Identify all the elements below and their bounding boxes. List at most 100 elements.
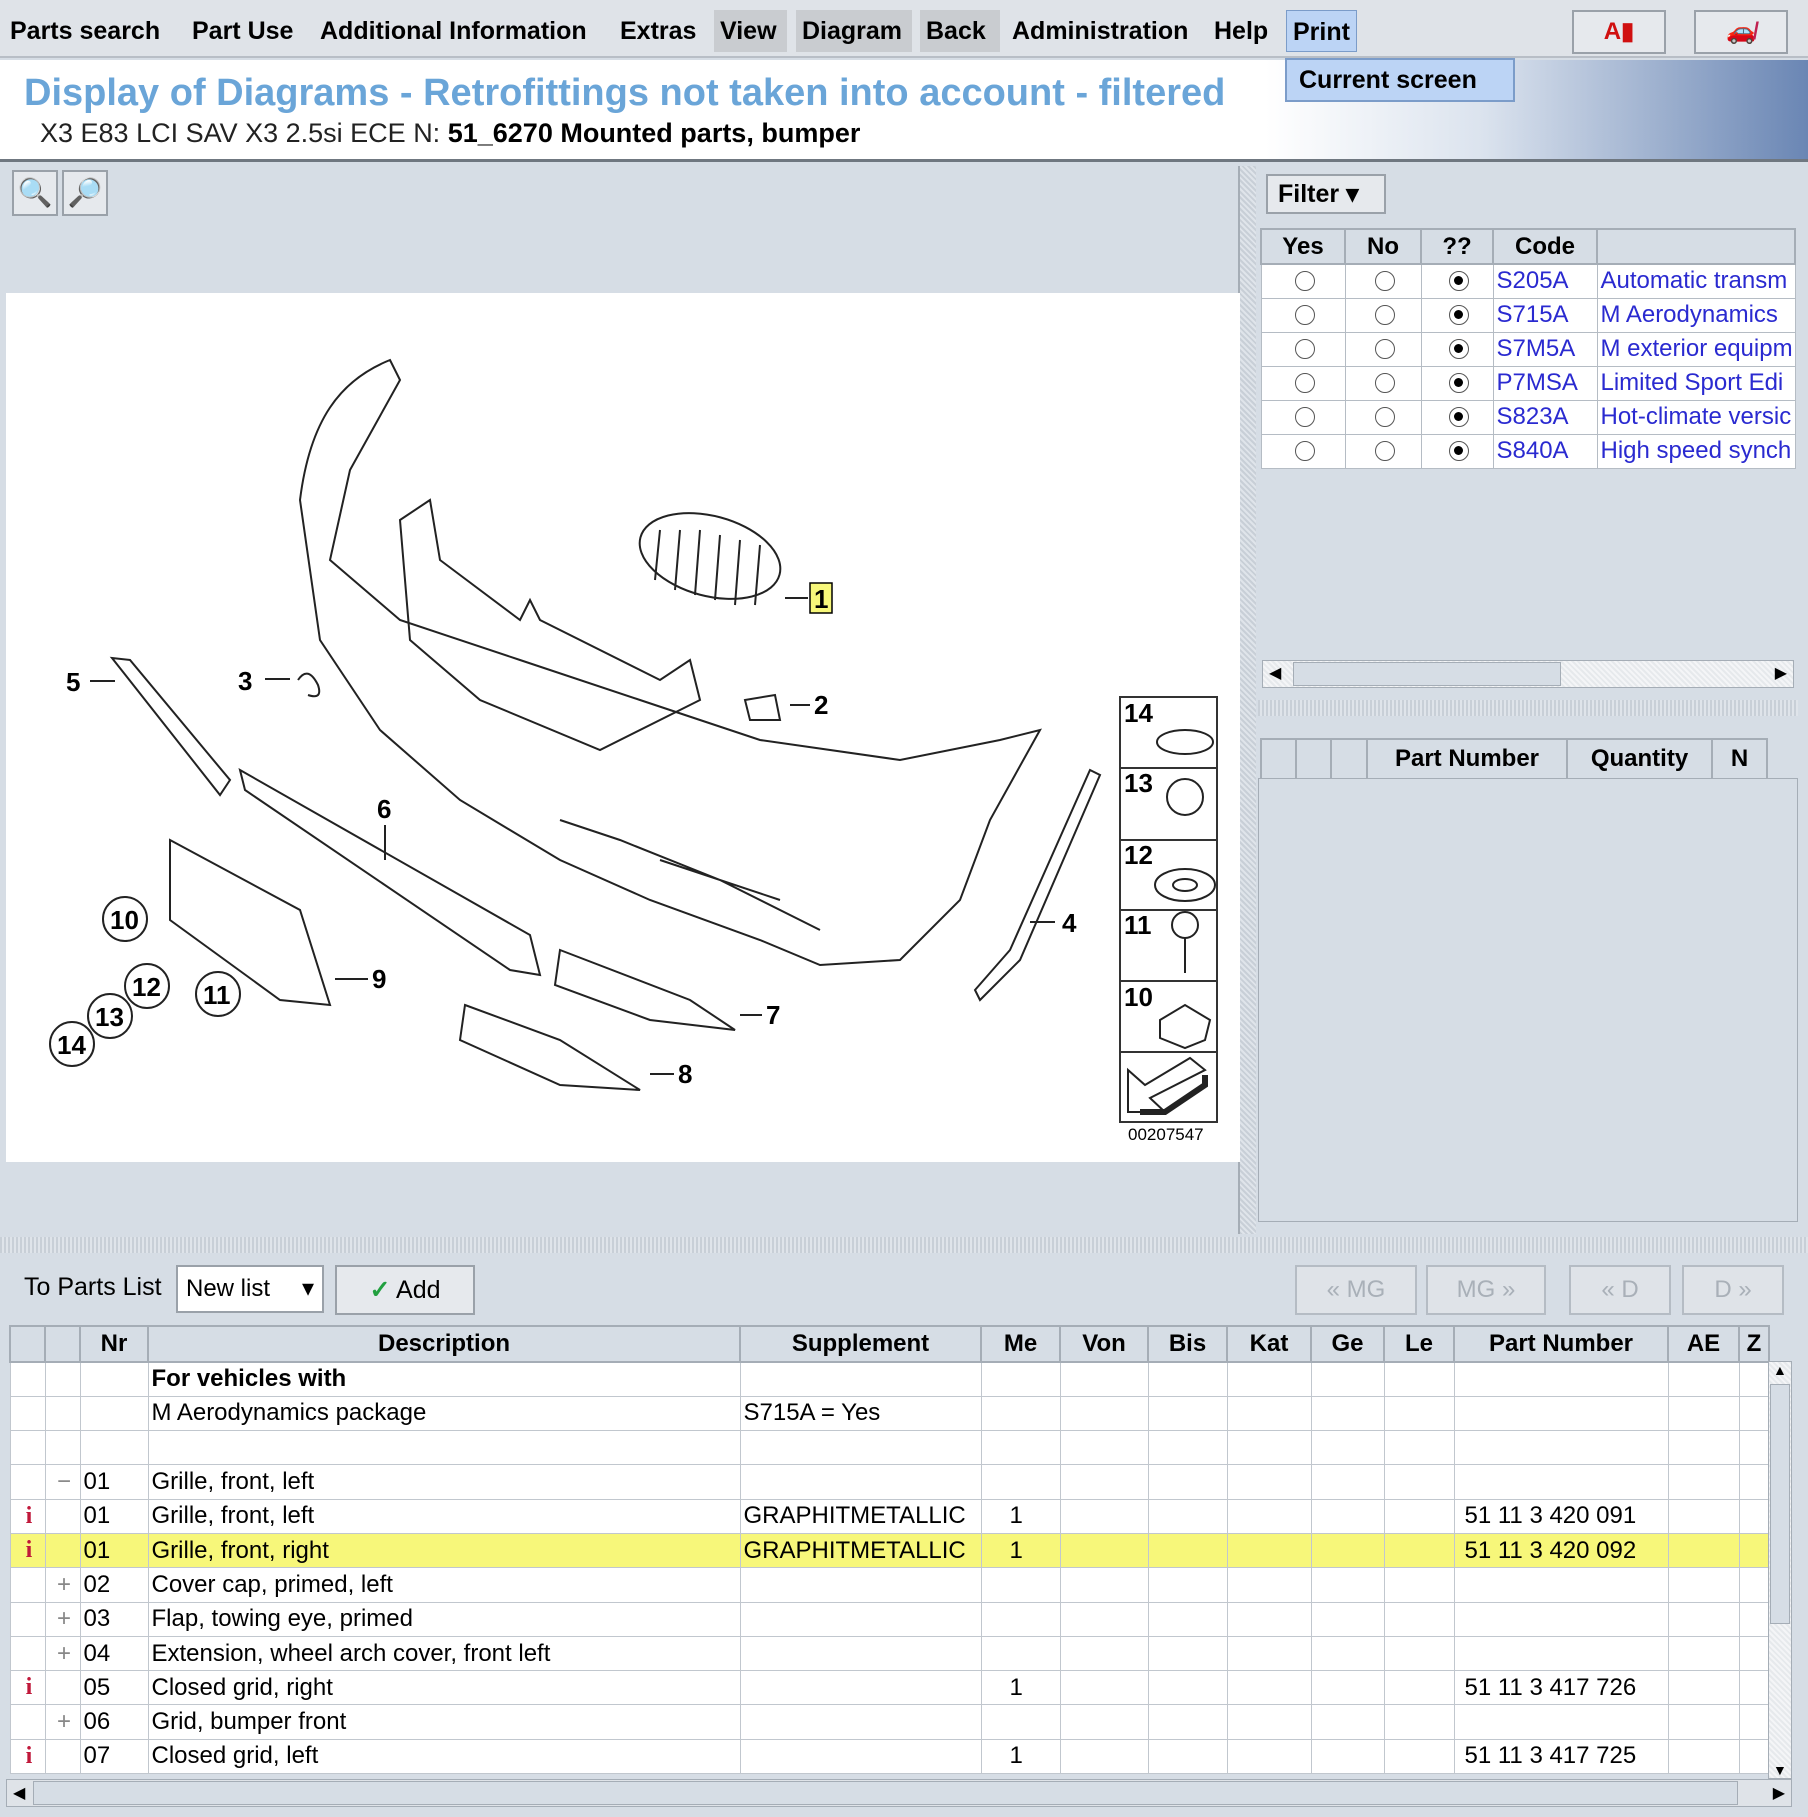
table-row[interactable]: i 07 Closed grid, left 1 51 11 3 417 725 — [9, 1738, 1770, 1775]
radio-unknown[interactable] — [1448, 271, 1469, 292]
table-row[interactable]: i 01 Grille, front, right GRAPHITMETALLIC 1 5… — [9, 1532, 1770, 1569]
filter-col-header[interactable] — [1596, 228, 1796, 265]
info-icon[interactable] — [9, 1430, 46, 1466]
next-mg-button[interactable]: MG » — [1426, 1265, 1546, 1315]
radio-yes[interactable] — [1294, 373, 1315, 393]
expand-toggle[interactable] — [44, 1532, 81, 1569]
callout-2[interactable]: 2 — [814, 690, 828, 720]
col-header[interactable]: AE — [1667, 1325, 1740, 1363]
col-header[interactable]: Von — [1059, 1325, 1149, 1363]
radio-unknown[interactable] — [1448, 305, 1469, 325]
add-button[interactable]: ✓ Add — [335, 1265, 475, 1315]
expand-toggle[interactable] — [44, 1498, 81, 1534]
col-header[interactable]: Le — [1383, 1325, 1455, 1363]
option-code[interactable]: S205A — [1492, 263, 1598, 299]
filter-button[interactable]: Filter ▾ — [1266, 174, 1386, 214]
callout-13[interactable]: 13 — [95, 1002, 124, 1032]
callout-4[interactable]: 4 — [1062, 908, 1077, 938]
table-row[interactable]: i 01 Grille, front, left GRAPHITMETALLIC 1 51… — [9, 1498, 1770, 1534]
partlist-col-header[interactable]: N — [1711, 738, 1768, 780]
radio-yes[interactable] — [1294, 441, 1315, 461]
table-horizontal-scrollbar[interactable]: ◀ ▶ — [6, 1779, 1792, 1807]
table-row[interactable]: M Aerodynamics package S715A = Yes — [9, 1395, 1770, 1432]
expand-toggle[interactable] — [44, 1430, 81, 1466]
prev-d-button[interactable]: « D — [1569, 1265, 1671, 1315]
radio-unknown[interactable] — [1448, 339, 1469, 359]
table-vertical-scrollbar[interactable]: ▲ ▼ — [1768, 1361, 1792, 1779]
radio-no[interactable] — [1374, 305, 1395, 325]
radio-no[interactable] — [1374, 407, 1395, 427]
vehicle-button[interactable]: 🚗̸ — [1694, 10, 1788, 54]
option-code[interactable]: S7M5A — [1492, 331, 1598, 367]
menu-print[interactable]: Print — [1286, 10, 1357, 52]
table-row[interactable]: −01 Grille, front, left — [9, 1464, 1770, 1500]
callout-8[interactable]: 8 — [678, 1059, 692, 1089]
pdf-button[interactable]: A▮ — [1572, 10, 1666, 54]
radio-no[interactable] — [1374, 441, 1395, 461]
expand-toggle[interactable]: + — [44, 1601, 81, 1637]
vertical-splitter[interactable] — [1240, 166, 1256, 1234]
option-description[interactable]: Limited Sport Edi — [1596, 365, 1796, 401]
scroll-up-icon[interactable]: ▲ — [1773, 1362, 1787, 1378]
col-header[interactable]: Nr — [79, 1325, 149, 1363]
option-description[interactable]: Hot-climate versic — [1596, 399, 1796, 435]
radio-unknown[interactable] — [1448, 407, 1469, 427]
scroll-left-icon[interactable]: ◀ — [13, 1783, 25, 1803]
expand-toggle[interactable]: + — [44, 1704, 81, 1740]
callout-1[interactable]: 1 — [814, 584, 828, 614]
info-icon[interactable] — [9, 1601, 46, 1637]
col-header[interactable]: Description — [147, 1325, 741, 1363]
info-icon[interactable] — [9, 1395, 46, 1432]
callout-14[interactable]: 14 — [57, 1030, 86, 1060]
filter-col-header[interactable]: Code — [1492, 228, 1598, 265]
radio-no[interactable] — [1374, 339, 1395, 359]
radio-yes[interactable] — [1294, 271, 1315, 292]
horizontal-splitter[interactable] — [0, 1237, 1808, 1253]
col-header[interactable] — [9, 1325, 46, 1363]
table-row[interactable]: i 05 Closed grid, right 1 51 11 3 417 726 — [9, 1670, 1770, 1706]
table-row[interactable]: +02 Cover cap, primed, left — [9, 1567, 1770, 1603]
info-icon[interactable] — [9, 1361, 46, 1397]
partlist-col-header[interactable]: Part Number — [1366, 738, 1568, 780]
table-row[interactable]: +06 Grid, bumper front — [9, 1704, 1770, 1740]
expand-toggle[interactable] — [44, 1395, 81, 1432]
partlist-col-header[interactable]: Quantity — [1566, 738, 1713, 780]
table-row[interactable] — [9, 1430, 1770, 1466]
radio-yes[interactable] — [1294, 339, 1315, 359]
prev-mg-button[interactable]: « MG — [1295, 1265, 1417, 1315]
table-row[interactable]: +03 Flap, towing eye, primed — [9, 1601, 1770, 1637]
filter-col-header[interactable]: Yes — [1260, 228, 1346, 265]
scroll-right-icon[interactable]: ▶ — [1775, 663, 1787, 683]
filter-col-header[interactable]: ?? — [1420, 228, 1494, 265]
next-d-button[interactable]: D » — [1682, 1265, 1784, 1315]
col-header[interactable]: Kat — [1226, 1325, 1312, 1363]
expand-toggle[interactable] — [44, 1361, 81, 1397]
radio-yes[interactable] — [1294, 407, 1315, 427]
callout-7[interactable]: 7 — [766, 1000, 780, 1030]
option-description[interactable]: M Aerodynamics — [1596, 297, 1796, 333]
table-row[interactable]: For vehicles with — [9, 1361, 1770, 1397]
col-header[interactable]: Z — [1738, 1325, 1770, 1363]
col-header[interactable]: Me — [980, 1325, 1061, 1363]
radio-unknown[interactable] — [1448, 441, 1469, 461]
scroll-left-icon[interactable]: ◀ — [1269, 663, 1281, 683]
info-icon[interactable] — [9, 1567, 46, 1603]
callout-6[interactable]: 6 — [377, 794, 391, 824]
partlist-col-header[interactable] — [1260, 738, 1297, 780]
callout-10[interactable]: 10 — [110, 905, 139, 935]
info-icon[interactable]: i — [9, 1670, 46, 1706]
option-description[interactable]: High speed synch — [1596, 433, 1796, 469]
partlist-col-header[interactable] — [1330, 738, 1368, 780]
col-header[interactable]: Part Number — [1453, 1325, 1669, 1363]
radio-unknown[interactable] — [1448, 373, 1469, 393]
callout-11[interactable]: 11 — [203, 980, 231, 1010]
option-code[interactable]: S823A — [1492, 399, 1598, 435]
expand-toggle[interactable]: + — [44, 1567, 81, 1603]
col-header[interactable]: Bis — [1147, 1325, 1228, 1363]
radio-yes[interactable] — [1294, 305, 1315, 325]
option-code[interactable]: P7MSA — [1492, 365, 1598, 401]
expand-toggle[interactable] — [44, 1670, 81, 1706]
scroll-right-icon[interactable]: ▶ — [1773, 1783, 1785, 1803]
expand-toggle[interactable] — [44, 1738, 81, 1775]
callout-3[interactable]: 3 — [238, 666, 252, 696]
